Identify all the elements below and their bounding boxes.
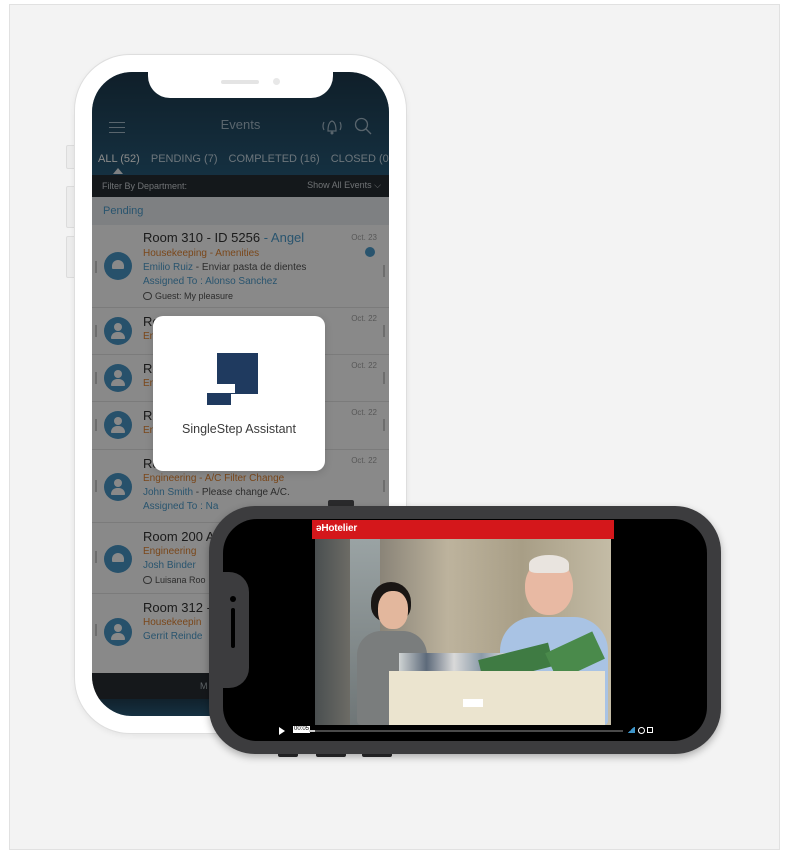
logo-gap xyxy=(203,384,235,393)
phone-notch xyxy=(148,72,333,98)
scene-cart-label xyxy=(463,699,483,707)
scene-person-face xyxy=(378,591,408,629)
assistant-popup[interactable]: SingleStep Assistant xyxy=(153,316,325,471)
landscape-screen: əHotelier 00:05 xyxy=(223,519,707,741)
scene-person-hair xyxy=(529,555,569,573)
fullscreen-icon[interactable] xyxy=(647,727,653,733)
speaker-grille xyxy=(231,608,235,648)
video-frame xyxy=(315,539,611,725)
video-progress-fill xyxy=(309,730,316,732)
brand-name: Hotelier xyxy=(321,523,358,534)
video-player[interactable]: əHotelier xyxy=(312,520,614,740)
gear-icon[interactable] xyxy=(638,727,645,734)
front-camera xyxy=(230,596,236,602)
video-progress[interactable] xyxy=(309,730,623,732)
volume-icon[interactable] xyxy=(627,727,635,733)
singlestep-logo-step xyxy=(207,393,231,405)
speaker-grille xyxy=(221,80,259,84)
assistant-label: SingleStep Assistant xyxy=(182,422,296,436)
video-brand-bar: əHotelier xyxy=(312,520,614,539)
play-icon[interactable] xyxy=(279,727,285,735)
brand-logo: əHotelier xyxy=(316,523,358,534)
landscape-notch xyxy=(223,572,249,688)
landscape-phone: əHotelier 00:05 xyxy=(209,506,721,754)
video-controls: 00:05 xyxy=(269,725,655,737)
video-time: 00:05 xyxy=(293,726,311,733)
scene-cart xyxy=(389,671,605,725)
front-camera xyxy=(273,78,280,85)
